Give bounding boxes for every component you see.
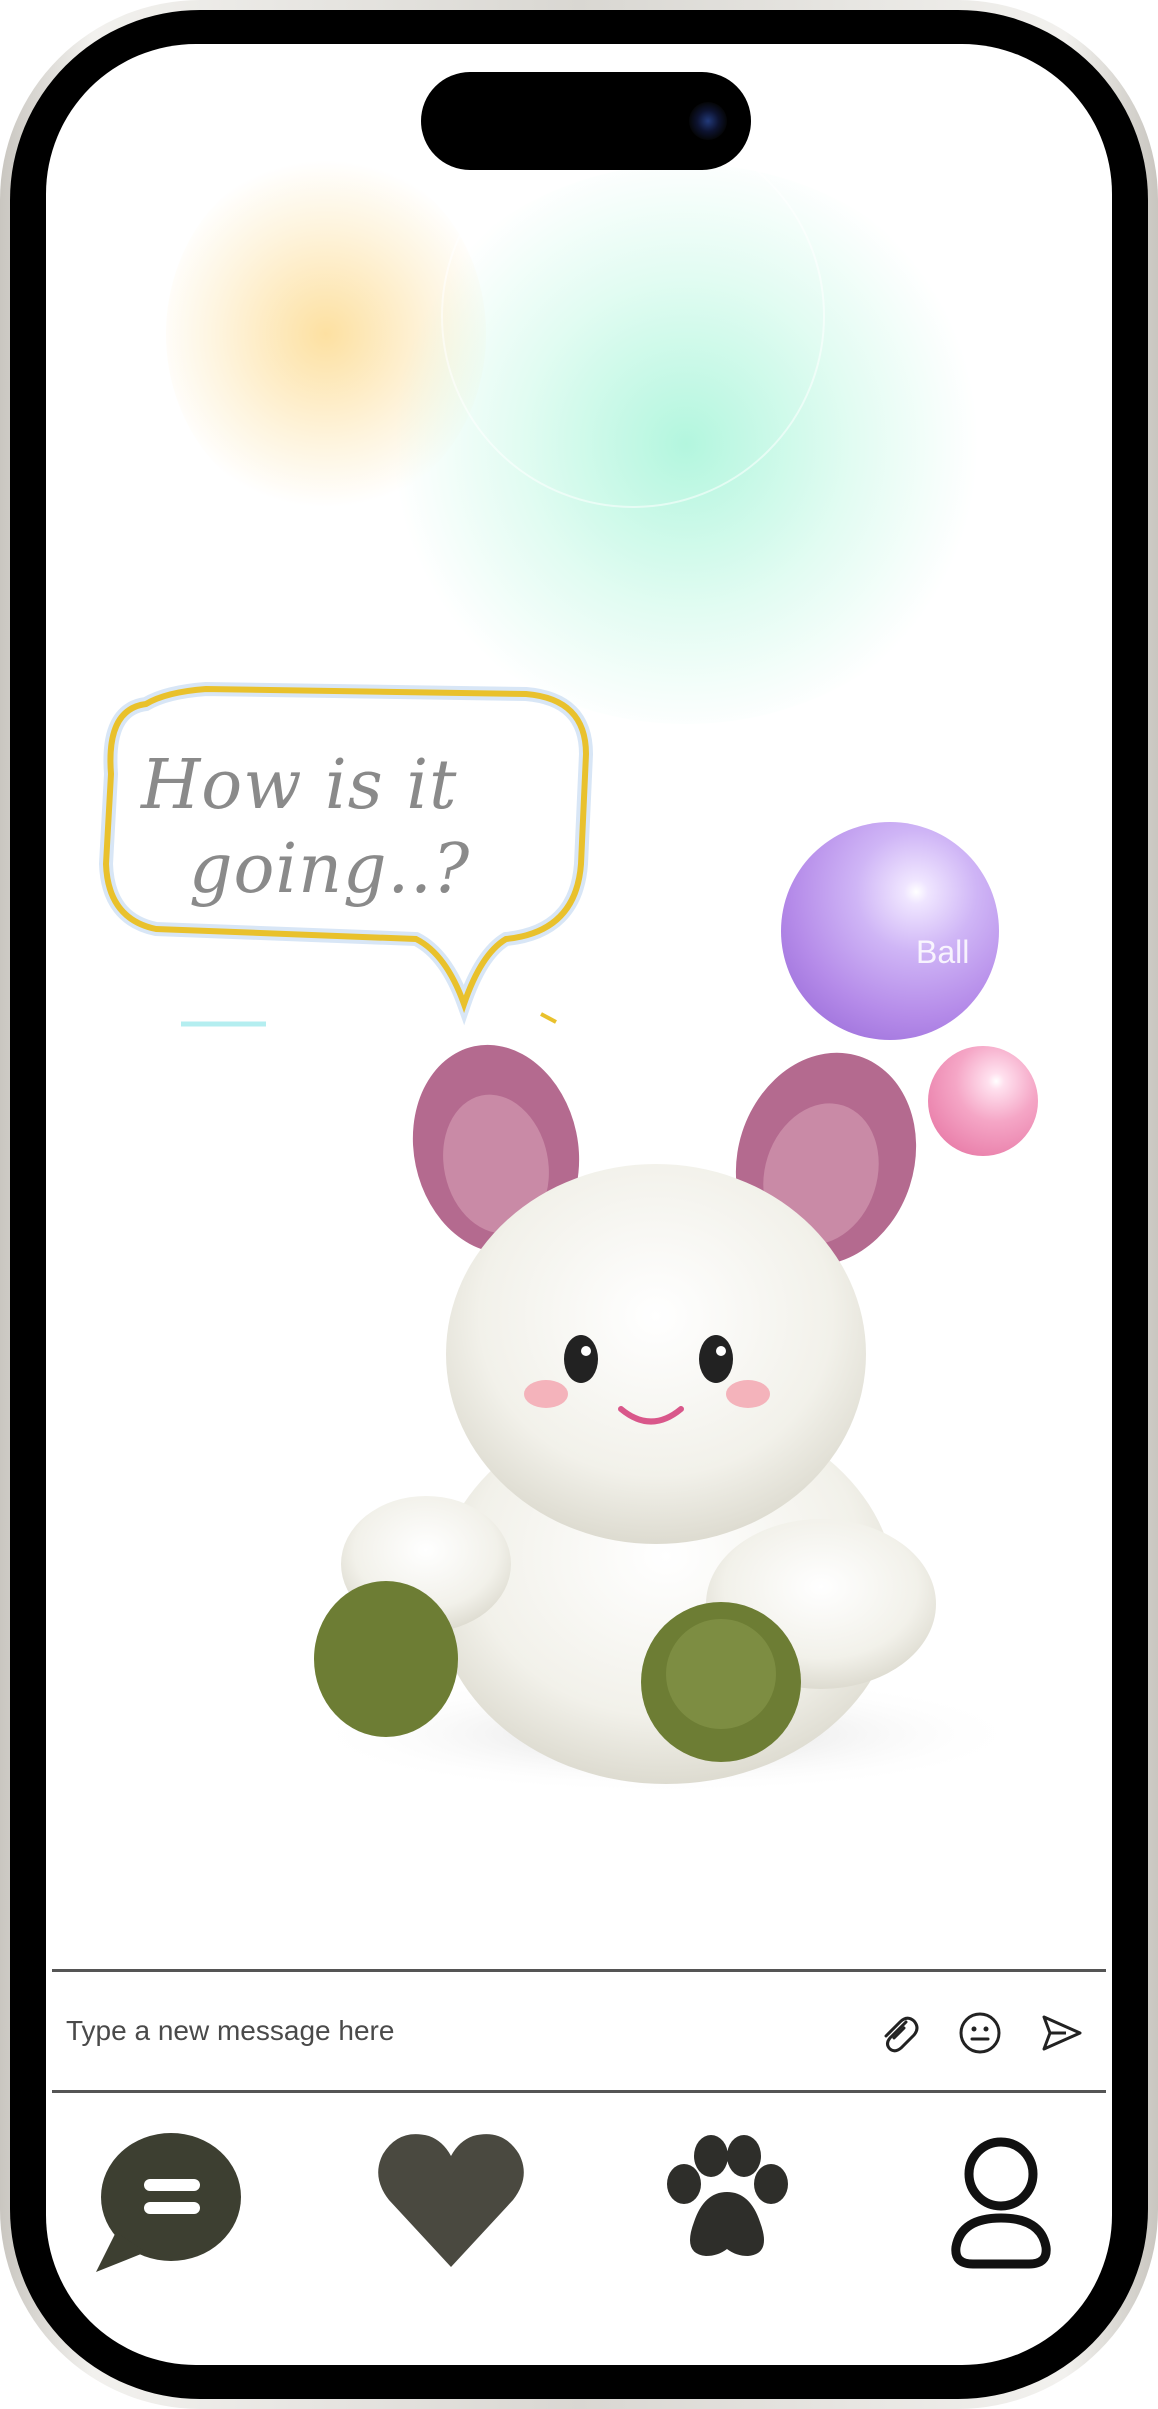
phone-frame: How is it going..? Ball	[0, 0, 1158, 2409]
message-input[interactable]	[64, 2000, 828, 2062]
speech-bubble-text: How is it going..?	[141, 744, 471, 912]
smiley-icon[interactable]	[955, 2008, 1005, 2058]
front-camera-icon	[689, 102, 727, 140]
app-screen: How is it going..? Ball	[46, 44, 1112, 2365]
purple-ball-label: Ball	[916, 934, 970, 970]
background-ring	[441, 124, 825, 508]
speech-line-2: going..?	[189, 830, 471, 909]
phone-bezel: How is it going..? Ball	[10, 10, 1148, 2399]
bottom-navigation	[46, 2104, 1112, 2284]
paperclip-icon[interactable]	[874, 2008, 924, 2058]
nav-pet[interactable]	[646, 2122, 806, 2282]
speech-line-1: How is it	[141, 746, 458, 825]
nav-profile[interactable]	[921, 2122, 1081, 2282]
person-icon	[951, 2137, 1051, 2269]
paw-icon	[667, 2135, 788, 2256]
heart-icon	[378, 2134, 524, 2267]
plush-bunny-image[interactable]	[246, 1004, 1066, 1804]
chat-bubble-icon	[96, 2133, 241, 2272]
message-composer	[52, 1969, 1106, 2093]
dynamic-island	[421, 72, 751, 170]
nav-chat[interactable]	[86, 2122, 246, 2282]
nav-favorites[interactable]	[371, 2122, 531, 2282]
send-icon[interactable]	[1036, 2008, 1086, 2058]
